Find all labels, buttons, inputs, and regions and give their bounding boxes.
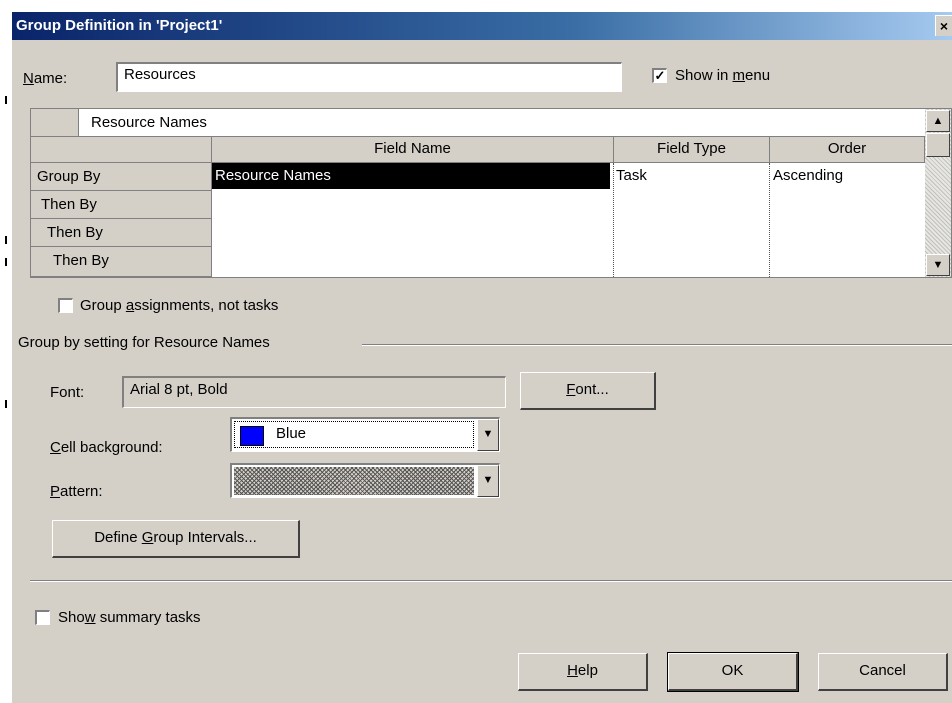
- dialog-title: Group Definition in 'Project1': [16, 17, 223, 34]
- group-setting-title: Group by setting for Resource Names: [18, 334, 270, 351]
- background-mark: [5, 96, 7, 104]
- grouping-grid: Resource Names Field Name Field Type Ord…: [30, 108, 952, 278]
- row-header-then-by[interactable]: Then By: [31, 191, 212, 219]
- cell-background-focus: [234, 421, 474, 448]
- scroll-thumb[interactable]: [926, 133, 950, 157]
- font-label: Font:: [50, 384, 85, 401]
- title-bar[interactable]: Group Definition in 'Project1' ×: [12, 12, 952, 40]
- row-header-group-by[interactable]: Group By: [31, 163, 212, 191]
- table-cell-field-type[interactable]: Task: [616, 163, 766, 189]
- column-header-field-type[interactable]: Field Type: [614, 137, 770, 163]
- help-button[interactable]: Help: [518, 653, 648, 691]
- font-button[interactable]: Font...: [520, 372, 656, 410]
- row-header-then-by[interactable]: Then By: [31, 219, 212, 247]
- background-app-strip: [0, 0, 12, 703]
- color-swatch-icon: [240, 426, 264, 446]
- row-header-then-by[interactable]: Then By: [31, 247, 212, 277]
- group-definition-dialog: Group Definition in 'Project1' × Name: R…: [12, 12, 952, 703]
- background-mark: [5, 258, 7, 266]
- name-input[interactable]: Resources: [116, 62, 622, 92]
- table-cell-order[interactable]: Ascending: [773, 163, 923, 189]
- close-icon[interactable]: ×: [935, 15, 952, 36]
- cell-background-select[interactable]: Blue ▼: [230, 417, 500, 452]
- show-in-menu-label[interactable]: Show in menu: [675, 67, 770, 84]
- grid-edit-cell[interactable]: Resource Names: [79, 109, 925, 137]
- grid-corner-cell: [31, 109, 79, 137]
- scroll-up-icon[interactable]: ▲: [926, 110, 950, 132]
- cell-background-label: Cell background:: [50, 439, 163, 456]
- column-header-field-name[interactable]: Field Name: [212, 137, 614, 163]
- group-assignments-checkbox[interactable]: [58, 298, 73, 313]
- pattern-label: Pattern:: [50, 483, 103, 500]
- grid-scrollbar[interactable]: ▲ ▼: [925, 109, 951, 277]
- background-mark: [5, 236, 7, 244]
- name-label: Name:: [23, 70, 68, 87]
- table-cell-field-name[interactable]: Resource Names: [212, 163, 610, 189]
- group-assignments-label[interactable]: Group assignments, not tasks: [80, 297, 278, 314]
- chevron-down-icon[interactable]: ▼: [477, 465, 499, 497]
- show-in-menu-checkbox[interactable]: ✓: [652, 68, 667, 83]
- cancel-button[interactable]: Cancel: [818, 653, 948, 691]
- background-mark: [5, 400, 7, 408]
- define-group-intervals-button[interactable]: Define Group Intervals...: [52, 520, 300, 558]
- scroll-down-icon[interactable]: ▼: [926, 254, 950, 276]
- pattern-select[interactable]: ▼: [230, 463, 500, 498]
- show-summary-tasks-label[interactable]: Show summary tasks: [58, 609, 201, 626]
- grid-row-header-blank: [31, 137, 212, 163]
- cell-background-value: Blue: [276, 425, 307, 442]
- group-setting-divider: [362, 344, 952, 346]
- chevron-down-icon[interactable]: ▼: [477, 419, 499, 451]
- pattern-swatch: [234, 467, 474, 495]
- column-header-order[interactable]: Order: [770, 137, 925, 163]
- divider: [30, 580, 952, 582]
- show-summary-tasks-checkbox[interactable]: [35, 610, 50, 625]
- ok-button[interactable]: OK: [667, 652, 799, 692]
- font-display-field: Arial 8 pt, Bold: [122, 376, 506, 408]
